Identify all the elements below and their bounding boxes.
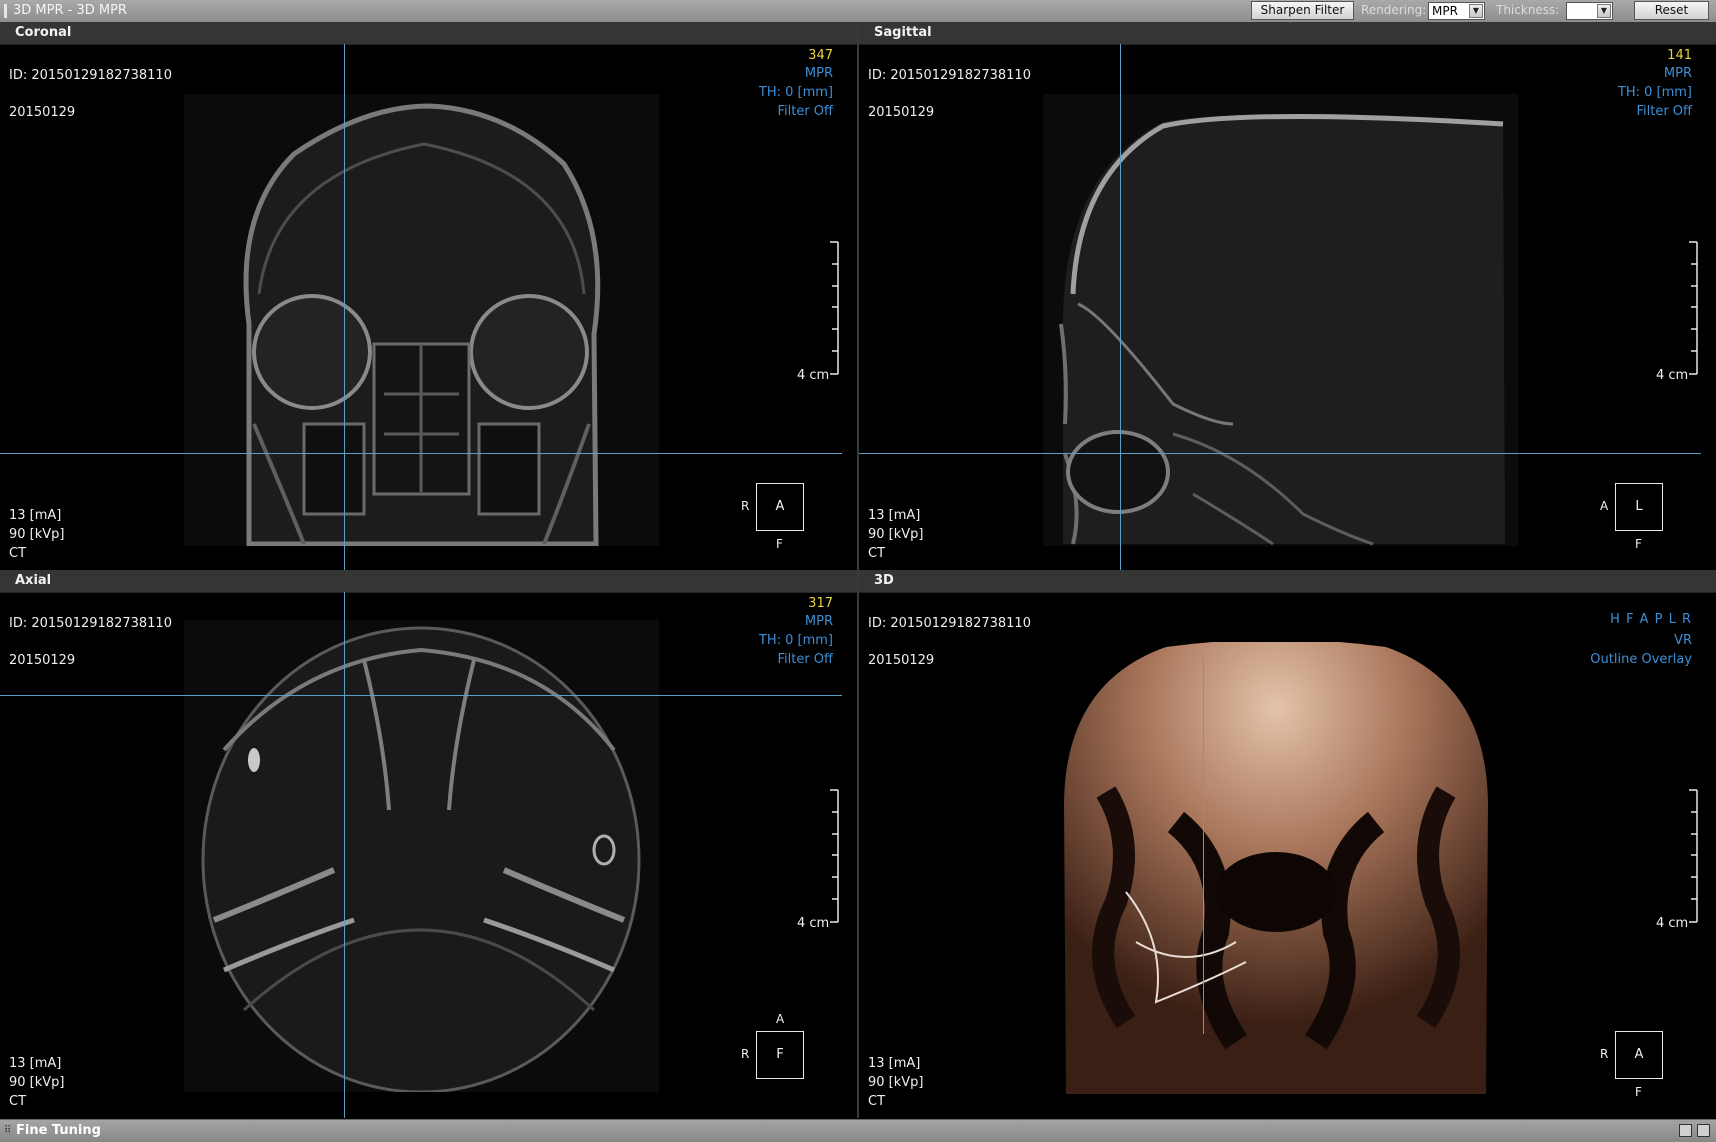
tube-voltage: 90 [kVp]: [868, 1075, 924, 1090]
slice-number: 347: [808, 48, 833, 63]
chevron-down-icon[interactable]: ▼: [1597, 4, 1611, 18]
viewport-header: Axial: [0, 570, 857, 593]
crosshair-vertical[interactable]: [344, 592, 345, 1118]
slice-number: 141: [1667, 48, 1692, 63]
crosshair-horizontal[interactable]: [0, 695, 842, 696]
scale-label: 4 cm: [797, 916, 830, 931]
viewport-title: Coronal: [15, 25, 72, 40]
coronal-viewport[interactable]: Coronal ID: 20150129182738110 20150129 3…: [0, 22, 857, 570]
orientation-box: A: [756, 483, 804, 531]
patient-id: ID: 20150129182738110: [868, 68, 1031, 83]
3d-viewport[interactable]: 3D ID: 20150129182738110 20150129 H F A …: [859, 570, 1716, 1118]
reset-button[interactable]: Reset: [1634, 1, 1709, 20]
tube-voltage: 90 [kVp]: [868, 527, 924, 542]
rendering-select-value: MPR: [1432, 4, 1458, 18]
orientation-left: R: [741, 1047, 750, 1061]
filter-status: Filter Off: [777, 652, 833, 667]
tube-current: 13 [mA]: [868, 1056, 921, 1071]
scale-ruler: [830, 241, 839, 375]
top-toolbar: 3D MPR - 3D MPR Sharpen Filter Rendering…: [0, 0, 1716, 23]
filter-status: Filter Off: [777, 104, 833, 119]
outline-overlay-status: Outline Overlay: [1590, 652, 1692, 667]
window-title: 3D MPR - 3D MPR: [13, 3, 127, 18]
thickness-select[interactable]: ▼: [1566, 2, 1613, 20]
grip-icon[interactable]: [4, 4, 7, 18]
scale-label: 4 cm: [797, 368, 830, 383]
orientation-box: F: [756, 1031, 804, 1079]
crosshair-vertical[interactable]: [344, 44, 345, 570]
scale-ruler: [830, 789, 839, 923]
patient-id: ID: 20150129182738110: [868, 616, 1031, 631]
chevron-down-icon[interactable]: ▼: [1469, 4, 1483, 18]
axial-ct-image: [184, 620, 659, 1092]
crosshair-vertical[interactable]: [1120, 44, 1121, 570]
sagittal-viewport[interactable]: Sagittal ID: 20150129182738110 20150129 …: [859, 22, 1716, 570]
orientation-bottom: F: [1635, 1085, 1642, 1099]
save-icon[interactable]: [1679, 1124, 1692, 1137]
scale-label: 4 cm: [1656, 916, 1689, 931]
orientation-left: A: [1600, 499, 1609, 513]
study-date: 20150129: [868, 653, 935, 668]
3d-volume-render: [1064, 642, 1488, 1094]
view-direction-buttons[interactable]: H F A P L R: [1610, 612, 1692, 627]
folder-icon[interactable]: [1697, 1124, 1710, 1137]
study-date: 20150129: [9, 105, 76, 120]
render-mode: MPR: [1663, 66, 1692, 81]
viewport-title: Axial: [15, 573, 52, 588]
slice-thickness: TH: 0 [mm]: [1617, 85, 1692, 100]
orientation-top: A: [776, 1012, 785, 1026]
viewport-header: Coronal: [0, 22, 857, 45]
tube-voltage: 90 [kVp]: [9, 527, 65, 542]
rendering-label: Rendering:: [1361, 3, 1427, 17]
rendering-select[interactable]: MPR ▼: [1428, 2, 1485, 20]
orientation-left: R: [741, 499, 750, 513]
render-mode: MPR: [804, 614, 833, 629]
modality: CT: [9, 546, 27, 561]
crosshair-vertical[interactable]: [1203, 656, 1204, 1034]
sagittal-ct-image: [1043, 94, 1518, 546]
tube-voltage: 90 [kVp]: [9, 1075, 65, 1090]
scale-ruler: [1689, 789, 1698, 923]
fine-tuning-panel-bar[interactable]: ⠿ Fine Tuning: [0, 1119, 1716, 1142]
modality: CT: [9, 1094, 27, 1109]
thickness-label: Thickness:: [1496, 3, 1560, 17]
patient-id: ID: 20150129182738110: [9, 616, 172, 631]
orientation-bottom: F: [776, 537, 783, 551]
orientation-box: A: [1615, 1031, 1663, 1079]
orientation-box: L: [1615, 483, 1663, 531]
coronal-ct-image: [184, 94, 659, 546]
slice-number: 317: [808, 596, 833, 611]
crosshair-horizontal[interactable]: [859, 453, 1701, 454]
viewport-divider[interactable]: [857, 22, 859, 1118]
filter-status: Filter Off: [1636, 104, 1692, 119]
slice-thickness: TH: 0 [mm]: [758, 85, 833, 100]
axial-viewport[interactable]: Axial ID: 20150129182738110 20150129 317…: [0, 570, 857, 1118]
tube-current: 13 [mA]: [9, 508, 62, 523]
scale-ruler: [1689, 241, 1698, 375]
orientation-bottom: F: [1635, 537, 1642, 551]
tube-current: 13 [mA]: [9, 1056, 62, 1071]
render-mode: MPR: [804, 66, 833, 81]
orientation-left: R: [1600, 1047, 1609, 1061]
scale-label: 4 cm: [1656, 368, 1689, 383]
viewport-title: 3D: [874, 573, 894, 588]
render-mode: VR: [1674, 633, 1692, 648]
sharpen-filter-button[interactable]: Sharpen Filter: [1251, 1, 1354, 20]
slice-thickness: TH: 0 [mm]: [758, 633, 833, 648]
patient-id: ID: 20150129182738110: [9, 68, 172, 83]
viewport-header: 3D: [859, 570, 1716, 593]
tube-current: 13 [mA]: [868, 508, 921, 523]
viewport-title: Sagittal: [874, 25, 932, 40]
grip-icon[interactable]: ⠿: [4, 1125, 11, 1136]
viewport-header: Sagittal: [859, 22, 1716, 45]
modality: CT: [868, 546, 886, 561]
study-date: 20150129: [9, 653, 76, 668]
study-date: 20150129: [868, 105, 935, 120]
fine-tuning-label[interactable]: Fine Tuning: [16, 1123, 101, 1138]
modality: CT: [868, 1094, 886, 1109]
crosshair-horizontal[interactable]: [0, 453, 842, 454]
